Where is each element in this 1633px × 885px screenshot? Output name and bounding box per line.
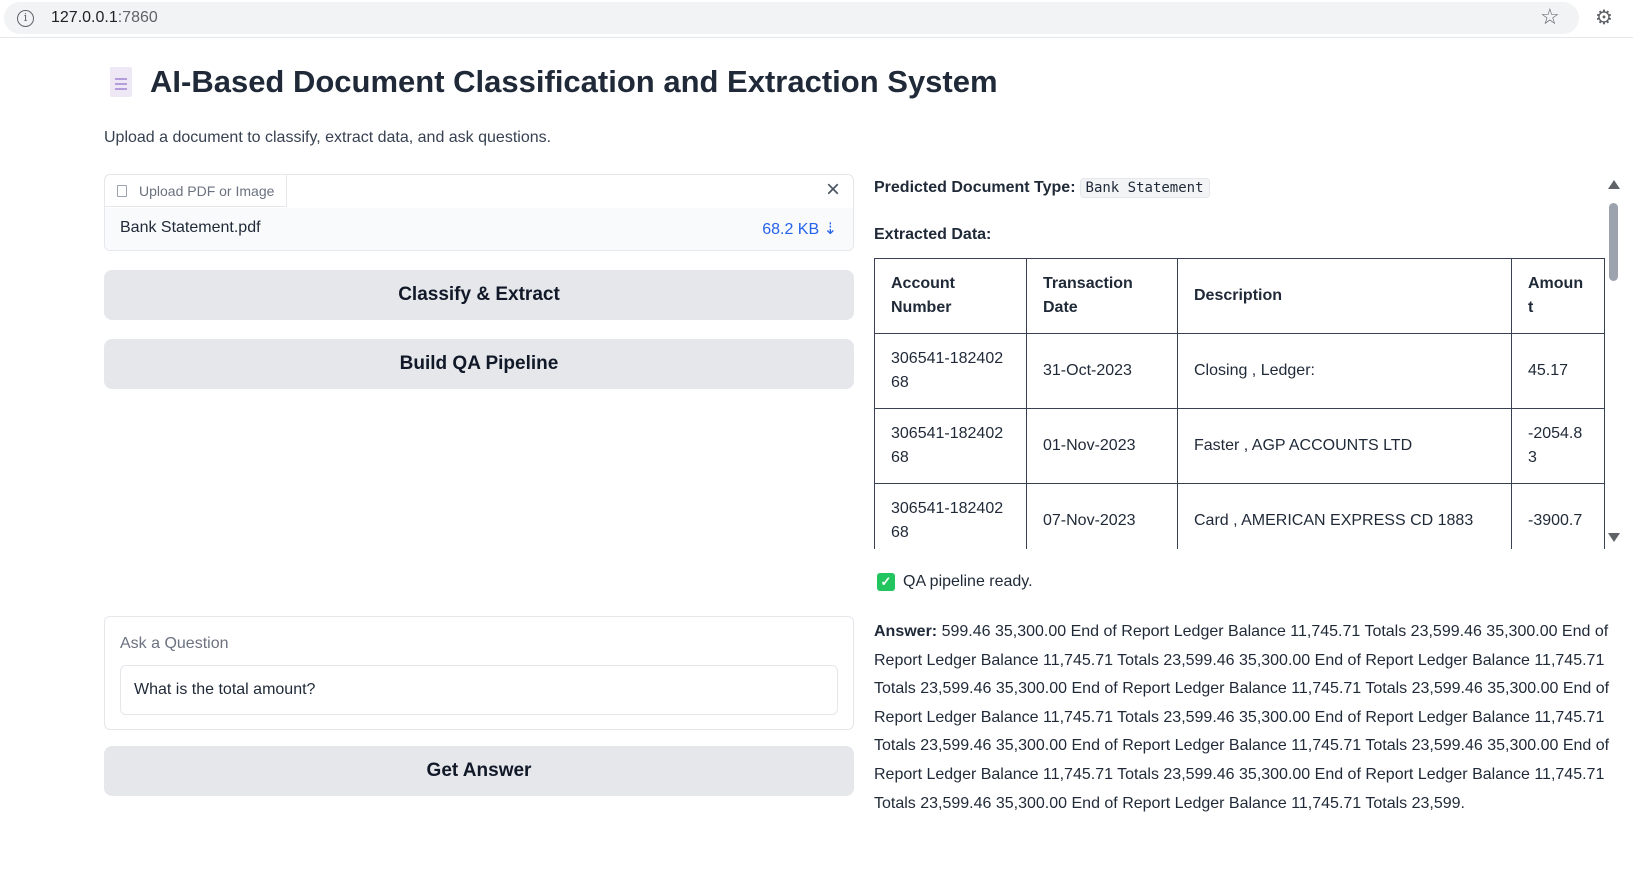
qa-status: ✓ QA pipeline ready. [877,573,1033,591]
table-cell: 07-Nov-2023 [1026,483,1178,549]
scroll-thumb[interactable] [1609,203,1618,281]
file-upload[interactable]: Upload PDF or Image × Bank Statement.pdf… [104,174,854,251]
clear-file-button[interactable]: × [819,177,847,205]
document-icon [110,67,132,97]
table-row: 306541-18240268 07-Nov-2023 Card , AMERI… [874,483,1605,549]
url-text[interactable]: 127.0.0.1:7860 [51,9,158,27]
table-cell: 306541-18240268 [874,408,1027,484]
table-cell: 306541-18240268 [874,483,1027,549]
extracted-table: Account Number Transaction Date Descript… [874,258,1605,549]
check-icon: ✓ [877,573,895,591]
column-header: Transaction Date [1026,258,1178,334]
build-qa-pipeline-button[interactable]: Build QA Pipeline [104,339,854,389]
file-download-link[interactable]: 68.2 KB ⇣ [762,219,837,239]
prediction-label: Predicted Document Type: [874,179,1076,196]
bookmark-star-icon[interactable]: ☆ [1540,4,1560,30]
scroll-down-arrow-icon[interactable] [1608,533,1620,542]
file-icon [117,184,127,197]
question-label: Ask a Question [120,635,229,652]
page-title: AI-Based Document Classification and Ext… [150,64,998,99]
table-cell: 31-Oct-2023 [1026,333,1178,409]
column-header: Account Number [874,258,1027,334]
upload-label: Upload PDF or Image [105,175,288,207]
table-cell: -2054.83 [1511,408,1605,484]
answer-label: Answer: [874,623,938,640]
table-cell: 01-Nov-2023 [1026,408,1178,484]
table-cell: Faster , AGP ACCOUNTS LTD [1177,408,1512,484]
qa-status-text: QA pipeline ready. [903,573,1033,590]
column-header: Amount [1511,258,1605,334]
browser-toolbar: i 127.0.0.1:7860 ☆ ⚙ [0,0,1633,38]
table-cell: Closing , Ledger: [1177,333,1512,409]
table-header-row: Account Number Transaction Date Descript… [874,258,1605,334]
address-bar[interactable]: i 127.0.0.1:7860 [4,2,1579,34]
page-subtitle: Upload a document to classify, extract d… [104,129,552,146]
question-box: Ask a Question [104,616,854,730]
answer-text: 599.46 35,300.00 End of Report Ledger Ba… [874,623,1610,812]
url-port: :7860 [117,9,158,26]
extensions-icon[interactable]: ⚙ [1595,5,1613,30]
site-info-icon[interactable]: i [17,10,34,27]
page-header: AI-Based Document Classification and Ext… [110,64,998,100]
scroll-up-arrow-icon[interactable] [1608,180,1620,189]
predicted-type: Bank Statement [1079,178,1210,198]
table-row: 306541-18240268 01-Nov-2023 Faster , AGP… [874,408,1605,484]
uploaded-file-row: Bank Statement.pdf 68.2 KB ⇣ [105,208,853,250]
table-cell: 45.17 [1511,333,1605,409]
answer-output: Answer: 599.46 35,300.00 End of Report L… [874,618,1611,818]
table-row: 306541-18240268 31-Oct-2023 Closing , Le… [874,333,1605,409]
extracted-table-container[interactable]: Account Number Transaction Date Descript… [874,258,1605,549]
file-name: Bank Statement.pdf [120,219,261,236]
prediction-line: Predicted Document Type: Bank Statement [874,178,1210,198]
table-cell: Card , AMERICAN EXPRESS CD 1883 [1177,483,1512,549]
question-input[interactable] [120,665,838,715]
get-answer-button[interactable]: Get Answer [104,746,854,796]
column-header: Description [1177,258,1512,334]
classify-extract-button[interactable]: Classify & Extract [104,270,854,320]
table-cell: -3900.7 [1511,483,1605,549]
url-host: 127.0.0.1 [51,9,118,26]
table-scrollbar[interactable] [1605,180,1623,542]
extracted-data-label: Extracted Data: [874,226,992,243]
table-cell: 306541-18240268 [874,333,1027,409]
upload-label-text: Upload PDF or Image [139,182,275,199]
